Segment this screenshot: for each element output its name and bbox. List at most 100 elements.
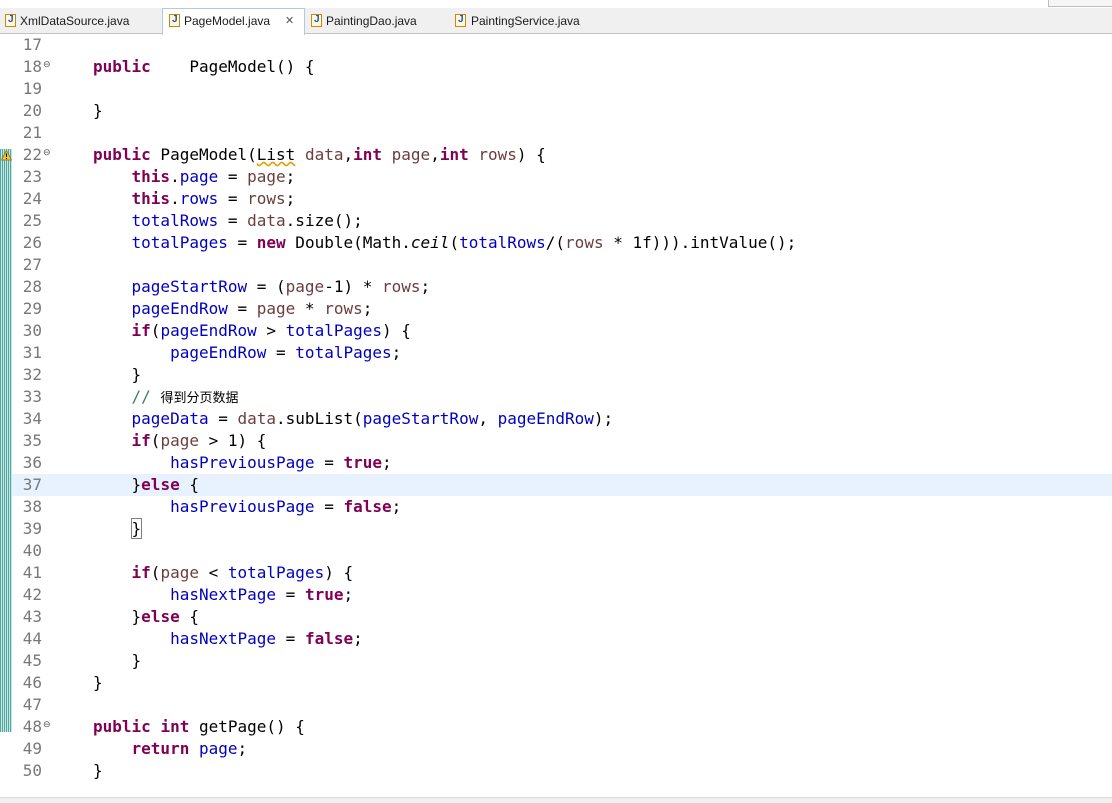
code-token: page [391,145,431,164]
fold-toggle-icon[interactable]: ⊖ [43,60,51,70]
code-editor[interactable]: 17 18 ⊖ public PageModel() {19 20} 21 22 ⊖ publi… [12,34,1112,802]
quick-diff-ruler[interactable] [0,34,12,802]
java-file-icon [169,8,180,32]
code-line[interactable]: 37 }else { [12,474,1112,496]
code-token: ) { [324,563,354,582]
code-line[interactable]: 39 } [12,518,1112,540]
code-token: true [304,585,344,604]
code-line[interactable]: 44 hasNextPage = false; [12,628,1112,650]
code-line[interactable]: 18 ⊖ public PageModel() { [12,56,1112,78]
code-token: , [478,409,498,428]
code-line[interactable]: 40 [12,540,1112,562]
code-token: { [179,475,199,494]
code-line[interactable]: 47 [12,694,1112,716]
tab-xmldatasource[interactable]: XmlDataSource.java [0,8,160,34]
line-number: 43 [22,607,42,626]
code-text: totalRows = data.size(); [93,210,363,232]
code-line[interactable]: 19 [12,78,1112,100]
tab-paintingdao[interactable]: PaintingDao.java [306,8,451,34]
close-tab-icon[interactable]: ✕ [285,9,294,33]
code-token: .subList( [276,409,363,428]
code-token: rows [478,145,517,164]
code-token: if [131,431,151,450]
code-line[interactable]: 35 if(page > 1) { [12,430,1112,452]
code-line[interactable]: 30 if(pageEndRow > totalPages) { [12,320,1112,342]
code-token: pageData [131,409,209,428]
code-line[interactable]: 43 }else { [12,606,1112,628]
code-text: return page; [93,738,248,760]
code-line[interactable]: 20} [12,100,1112,122]
code-token: ; [343,585,354,604]
code-line[interactable]: 32 } [12,364,1112,386]
line-number: 27 [22,255,42,274]
code-token: totalPages [227,563,325,582]
horizontal-scrollbar[interactable] [0,797,1112,803]
code-line[interactable]: 41 if(page < totalPages) { [12,562,1112,584]
code-text: if(pageEndRow > totalPages) { [93,320,411,342]
line-number: 39 [22,519,42,538]
code-text: public PageModel() { [93,56,315,78]
line-number: 36 [22,453,42,472]
tab-paintingservice[interactable]: PaintingService.java [452,8,612,34]
code-line[interactable]: 25 totalRows = data.size(); [12,210,1112,232]
code-token: false [304,629,354,648]
code-token: getPage() { [189,717,305,736]
code-line[interactable]: 33 // 得到分页数据 [12,386,1112,408]
code-token: 得到分页数据 [160,391,239,406]
code-token: if [131,563,151,582]
code-token: int [439,145,469,164]
code-text: public int getPage() { [93,716,305,738]
code-token: pageEndRow [131,299,228,318]
code-token: Double(Math. [285,233,411,252]
code-line[interactable]: 21 [12,122,1112,144]
code-token: ( [150,321,161,340]
code-token: } [93,365,142,384]
code-token: ; [382,453,392,472]
code-text: } [93,650,142,672]
code-line[interactable]: 22 ⊖ public PageModel(List data,int page,i… [12,144,1112,166]
code-token: hasPreviousPage [170,453,315,472]
code-line[interactable]: 17 [12,34,1112,56]
code-line[interactable]: 28 pageStartRow = (page-1) * rows; [12,276,1112,298]
code-line[interactable]: 49 return page; [12,738,1112,760]
fold-toggle-icon[interactable]: ⊖ [43,148,51,158]
code-text: pageEndRow = totalPages; [93,342,401,364]
code-line[interactable]: 31 pageEndRow = totalPages; [12,342,1112,364]
code-line[interactable]: 26 totalPages = new Double(Math.ceil(tot… [12,232,1112,254]
code-text: totalPages = new Double(Math.ceil(totalR… [93,232,797,254]
code-token: { [179,607,199,626]
tab-pagemodel[interactable]: PageModel.java ✕ [162,8,305,35]
code-line[interactable]: 34 pageData = data.subList(pageStartRow,… [12,408,1112,430]
code-text: // 得到分页数据 [93,386,239,410]
line-number: 32 [22,365,42,384]
code-text: hasPreviousPage = true; [93,452,392,474]
code-line[interactable]: 24 this.rows = rows; [12,188,1112,210]
warning-marker-icon[interactable] [1,150,12,161]
code-token: = [314,497,344,516]
code-text: hasNextPage = true; [93,584,353,606]
code-line[interactable]: 23 this.page = page; [12,166,1112,188]
code-line[interactable]: 50} [12,760,1112,782]
code-line[interactable]: 42 hasNextPage = true; [12,584,1112,606]
code-token: pageEndRow [170,343,267,362]
code-line[interactable]: 38 hasPreviousPage = false; [12,496,1112,518]
code-line[interactable]: 29 pageEndRow = page * rows; [12,298,1112,320]
code-line[interactable]: 48 ⊖ public int getPage() { [12,716,1112,738]
code-token: public [93,145,151,164]
code-line[interactable]: 36 hasPreviousPage = true; [12,452,1112,474]
code-line[interactable]: 46} [12,672,1112,694]
fold-toggle-icon[interactable]: ⊖ [43,720,51,730]
code-token: rows [247,189,286,208]
line-number: 25 [22,211,42,230]
code-token: = [276,585,305,604]
code-token: totalRows [459,233,546,252]
code-line[interactable]: 27 [12,254,1112,276]
code-token: = [218,167,248,186]
code-line[interactable]: 45 } [12,650,1112,672]
code-token: this [131,189,171,208]
code-token: List [256,145,296,164]
code-token: page [247,167,286,186]
